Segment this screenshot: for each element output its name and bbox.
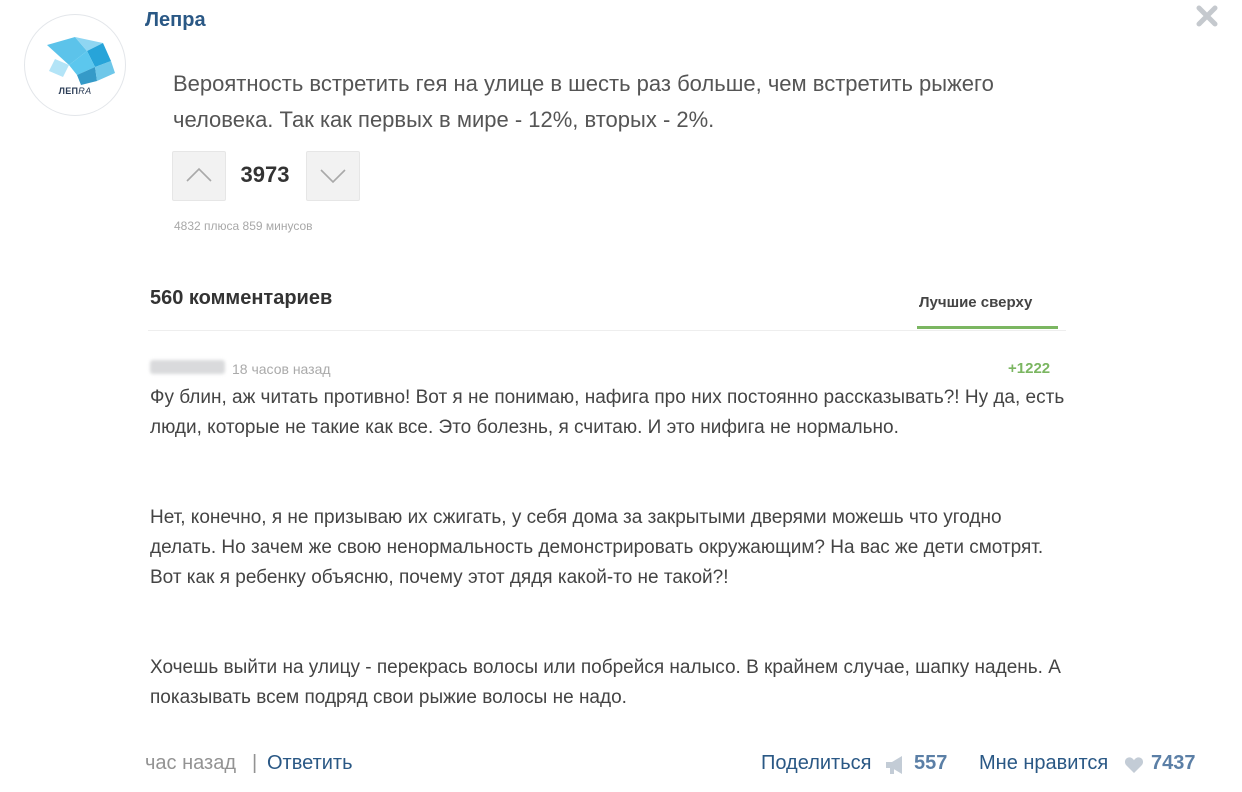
close-button[interactable] xyxy=(1193,2,1221,30)
megaphone-icon[interactable] xyxy=(884,754,908,776)
share-count: 557 xyxy=(914,752,948,774)
post-text: Вероятность встретить гея на улице в шес… xyxy=(173,71,994,132)
comments-count: 560 комментариев xyxy=(150,287,333,309)
chevron-up-icon xyxy=(186,167,212,182)
comment-rating: +1222 xyxy=(1008,360,1051,377)
reply-link[interactable]: Ответить xyxy=(267,752,353,775)
post-rating: 3973 xyxy=(240,162,290,187)
chevron-down-icon xyxy=(320,169,346,184)
like-link[interactable]: Мне нравится xyxy=(979,752,1108,775)
rating-detail: 4832 плюса 859 минусов xyxy=(174,219,313,233)
group-name-link[interactable]: Лепра xyxy=(145,9,206,32)
share-link[interactable]: Поделиться xyxy=(761,752,871,775)
heart-icon[interactable] xyxy=(1124,756,1144,774)
comment-author-blurred xyxy=(150,360,225,374)
comment-paragraph: Фу блин, аж читать противно! Вот я не по… xyxy=(150,387,1065,438)
vote-up-button[interactable] xyxy=(172,151,226,201)
comment-paragraph: Нет, конечно, я не призываю их сжигать, … xyxy=(150,507,1044,588)
sort-best-first-tab[interactable]: Лучшие сверху xyxy=(919,294,1032,311)
comments-divider xyxy=(148,330,1066,331)
footer-separator: | xyxy=(252,752,258,774)
close-icon xyxy=(1196,5,1218,27)
lepra-logo-icon xyxy=(47,37,115,85)
comment-paragraph: Хочешь выйти на улицу - перекрась волосы… xyxy=(150,657,1061,708)
avatar-label: ЛЕПRA xyxy=(58,86,92,96)
group-avatar[interactable]: ЛЕПRA xyxy=(24,14,126,116)
like-count: 7437 xyxy=(1151,752,1196,774)
vote-down-button[interactable] xyxy=(306,151,360,201)
comment-time: 18 часов назад xyxy=(232,361,331,377)
sort-tab-underline xyxy=(917,326,1058,329)
footer-time: час назад xyxy=(145,752,237,774)
